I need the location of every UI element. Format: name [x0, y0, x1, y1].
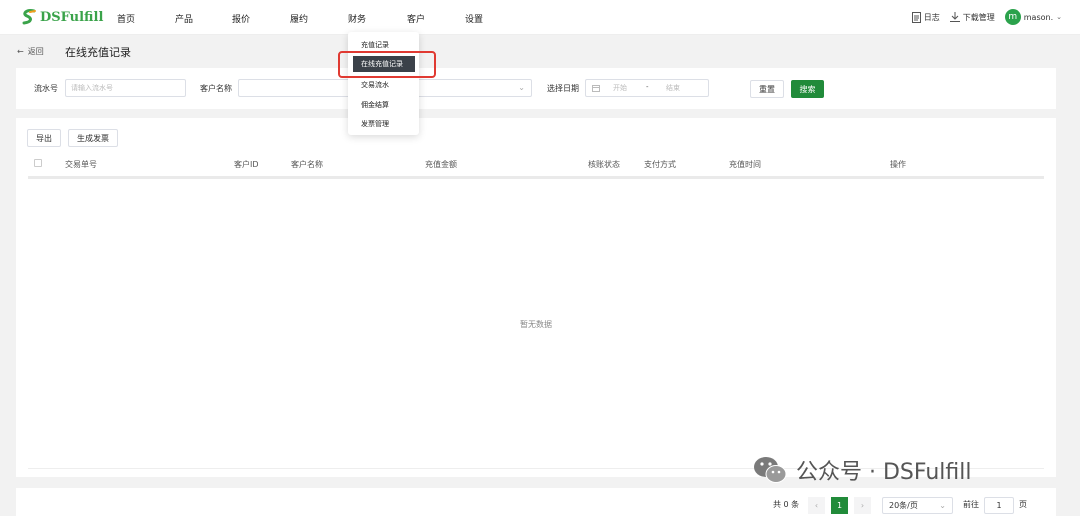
back-label: 返回: [27, 47, 44, 56]
chevron-down-icon: ⌄: [939, 501, 946, 510]
page-1-button[interactable]: 1: [831, 497, 848, 514]
filter-panel: 流水号 请输入流水号 客户名称 ⌄ 选择日期 开始 - 结束 重置 搜索: [16, 68, 1056, 109]
download-label: 下载管理: [962, 12, 995, 22]
serial-label: 流水号: [34, 84, 58, 93]
brand-name: DSFulfill: [40, 9, 104, 25]
col-transaction-no: 交易单号: [65, 160, 97, 169]
header-tools: 日志 下载管理 m mason. ⌄: [911, 9, 1062, 25]
customer-label: 客户名称: [200, 84, 232, 93]
menu-item-invoice-management[interactable]: 发票管理: [361, 119, 389, 129]
top-navigation-bar: DSFulfill 首页 产品 报价 履约 财务 客户 设置 日志 下载管理 m: [0, 0, 1080, 35]
download-icon: [949, 12, 960, 22]
highlight-annotation: [338, 51, 436, 78]
menu-item-transaction-flow[interactable]: 交易流水: [361, 80, 389, 90]
brand-logo[interactable]: DSFulfill: [20, 8, 103, 26]
nav-settings[interactable]: 设置: [465, 12, 483, 25]
col-reconcile-status: 核账状态: [588, 160, 620, 169]
nav-finance[interactable]: 财务: [348, 12, 366, 25]
logo-icon: [22, 9, 36, 25]
nav-customers[interactable]: 客户: [407, 12, 425, 25]
log-label: 日志: [923, 12, 940, 22]
chevron-down-icon: ⌄: [518, 83, 525, 92]
page-size-select[interactable]: 20条/页 ⌄: [882, 497, 953, 514]
page-title: 在线充值记录: [65, 46, 131, 59]
back-button[interactable]: ← 返回: [17, 46, 44, 57]
avatar: m: [1004, 9, 1021, 25]
next-page-button[interactable]: ›: [854, 497, 871, 514]
username: mason.: [1023, 12, 1054, 22]
total-count: 共 0 条: [773, 500, 800, 509]
page-size-value: 20条/页: [889, 501, 918, 510]
date-label: 选择日期: [547, 84, 579, 93]
log-link[interactable]: 日志: [911, 11, 940, 23]
finance-dropdown-menu: 充值记录 在线充值记录 交易流水 佣金结算 发票管理: [348, 32, 419, 135]
goto-page-input[interactable]: 1: [984, 497, 1014, 514]
document-icon: [911, 11, 921, 23]
serial-input[interactable]: 请输入流水号: [65, 79, 186, 97]
download-manager-link[interactable]: 下载管理: [949, 12, 995, 23]
menu-item-recharge-records[interactable]: 充值记录: [361, 40, 389, 50]
nav-quotes[interactable]: 报价: [232, 12, 250, 25]
generate-invoice-button[interactable]: 生成发票: [68, 129, 118, 147]
empty-state: 暂无数据: [520, 320, 552, 329]
watermark: 公众号 · DSFulfill: [752, 454, 971, 486]
prev-page-button[interactable]: ‹: [808, 497, 825, 514]
date-end: 结束: [666, 84, 680, 92]
date-separator: -: [646, 83, 649, 91]
pagination-bar: 共 0 条 ‹ 1 › 20条/页 ⌄ 前往 1 页: [16, 488, 1056, 516]
nav-fulfillment[interactable]: 履约: [290, 12, 308, 25]
nav-home[interactable]: 首页: [117, 12, 135, 25]
goto-label: 前往: [963, 500, 979, 509]
wechat-icon: [754, 457, 787, 483]
user-menu[interactable]: m mason. ⌄: [1004, 9, 1062, 25]
records-table-panel: 导出 生成发票 交易单号 客户ID 客户名称 充值金额 核账状态 支付方式 充值…: [16, 118, 1056, 477]
col-recharge-time: 充值时间: [729, 160, 761, 169]
header-divider: [28, 176, 1044, 179]
col-actions: 操作: [890, 160, 906, 169]
search-button[interactable]: 搜索: [791, 80, 824, 98]
col-customer-name: 客户名称: [291, 160, 323, 169]
reset-button[interactable]: 重置: [750, 80, 784, 98]
date-range-picker[interactable]: 开始 - 结束: [585, 79, 709, 97]
export-button[interactable]: 导出: [27, 129, 61, 147]
watermark-text: 公众号 · DSFulfill: [796, 460, 972, 485]
page-unit-label: 页: [1019, 500, 1027, 509]
nav-products[interactable]: 产品: [175, 12, 193, 25]
calendar-icon: [592, 85, 600, 92]
col-payment-method: 支付方式: [644, 160, 676, 169]
col-customer-id: 客户ID: [234, 160, 259, 169]
select-all-checkbox[interactable]: [34, 159, 42, 167]
col-amount: 充值金额: [425, 160, 457, 169]
date-start: 开始: [613, 84, 627, 92]
menu-item-commission-settlement[interactable]: 佣金结算: [361, 100, 389, 110]
arrow-left-icon: ←: [17, 47, 24, 56]
chevron-down-icon: ⌄: [1056, 13, 1062, 21]
